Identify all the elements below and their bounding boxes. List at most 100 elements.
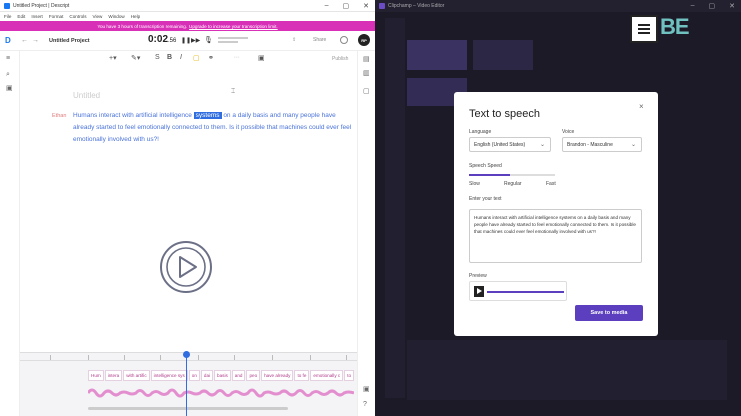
menu-help[interactable]: Help: [131, 14, 140, 19]
word-clip[interactable]: peo: [246, 370, 261, 381]
pen-icon[interactable]: ✎▾: [131, 54, 140, 62]
properties-icon[interactable]: ▤: [363, 55, 370, 63]
menu-icon[interactable]: ≡: [6, 55, 10, 62]
dialog-title: Text to speech: [469, 108, 540, 120]
playhead-handle[interactable]: [183, 351, 190, 358]
dots-icon[interactable]: ∙∙∙: [234, 54, 240, 61]
word-clip[interactable]: intelligence sys: [150, 370, 188, 381]
speed-slider-fill[interactable]: [469, 174, 510, 176]
close-icon[interactable]: ✕: [729, 2, 735, 10]
right-sidebar: ▤ ▥ ▢ ▣ ?: [357, 51, 375, 416]
time-main: 0:02: [148, 34, 169, 45]
captions-icon[interactable]: ▣: [363, 385, 370, 393]
menubar: File Edit Insert Format Controls View Wi…: [0, 12, 375, 21]
status-ring-icon[interactable]: [340, 36, 348, 44]
library-icon[interactable]: ▣: [6, 84, 13, 92]
play-icon[interactable]: [474, 286, 484, 297]
preview-player: [469, 281, 567, 301]
share-button[interactable]: Share: [313, 37, 326, 43]
word-clip[interactable]: to fe: [294, 370, 310, 381]
close-icon[interactable]: ×: [639, 102, 644, 111]
save-to-media-button[interactable]: Save to media: [575, 305, 643, 321]
clipchamp-app-icon: [379, 3, 385, 9]
comment-icon[interactable]: ▣: [258, 54, 265, 62]
window-title: Untitled Project | Descript: [13, 2, 70, 9]
pause-icon[interactable]: ❚❚: [181, 37, 191, 44]
language-select[interactable]: English (United States) ⌄: [469, 137, 551, 152]
word-clip[interactable]: intera: [104, 370, 123, 381]
menu-window[interactable]: Window: [108, 14, 124, 19]
voice-select[interactable]: Brandon - Masculine ⌄: [562, 137, 642, 152]
speed-slow[interactable]: Slow: [469, 181, 480, 187]
word-clip[interactable]: dai: [200, 370, 214, 381]
speed-regular[interactable]: Regular: [504, 181, 522, 187]
menu-file[interactable]: File: [4, 14, 11, 19]
left-sidebar: ≡ ⌕ ▣: [0, 51, 20, 416]
playhead[interactable]: [186, 352, 187, 416]
forward-arrow-icon[interactable]: →: [32, 37, 39, 44]
timeline-scrollbar[interactable]: [88, 407, 288, 410]
word-clip[interactable]: to: [344, 370, 355, 381]
minimize-icon[interactable]: –: [325, 2, 329, 10]
voice-value: Brandon - Masculine: [567, 141, 613, 148]
time-frac: .56: [168, 38, 177, 44]
preview-progress[interactable]: [487, 291, 564, 293]
audio-waveform[interactable]: [88, 386, 354, 400]
menu-controls[interactable]: Controls: [69, 14, 86, 19]
transcript-selection[interactable]: systems: [193, 112, 222, 119]
italic-icon[interactable]: I: [180, 54, 182, 61]
bold-icon[interactable]: B: [167, 54, 172, 61]
doc-title[interactable]: Untitled: [73, 91, 100, 100]
highlight-icon[interactable]: ▢: [193, 54, 200, 62]
mouse-cursor-icon: ⌶: [231, 88, 236, 95]
search-icon[interactable]: ⌕: [6, 71, 10, 79]
project-name[interactable]: Untitled Project: [49, 38, 90, 44]
play-circle-icon[interactable]: [159, 240, 213, 294]
media-tile[interactable]: [407, 40, 467, 70]
menu-edit[interactable]: Edit: [17, 14, 25, 19]
publish-button[interactable]: Publish: [332, 56, 348, 62]
minimize-icon[interactable]: –: [691, 2, 695, 10]
strikethrough-icon[interactable]: S: [155, 54, 160, 61]
add-icon[interactable]: +▾: [109, 54, 117, 62]
timeline-words: Hum intera with artific intelligence sys…: [88, 370, 355, 382]
preview-label: Preview: [469, 273, 487, 279]
close-icon[interactable]: ✕: [363, 2, 369, 10]
text-input[interactable]: Humans interact with artificial intellig…: [469, 209, 642, 263]
clipchamp-window-title: Clipchamp – Video Editor: [388, 3, 445, 9]
word-clip[interactable]: with artific: [123, 370, 150, 381]
comments-icon[interactable]: ▢: [363, 87, 370, 95]
speed-fast[interactable]: Fast: [546, 181, 556, 187]
chevron-down-icon: ⌄: [539, 142, 545, 148]
word-clip[interactable]: Hum: [88, 370, 104, 381]
menu-format[interactable]: Format: [49, 14, 64, 19]
avatar[interactable]: RP: [358, 34, 370, 46]
screen: Untitled Project | Descript – ▢ ✕ File E…: [0, 0, 741, 416]
help-icon[interactable]: ?: [363, 401, 367, 408]
word-clip[interactable]: on: [188, 370, 200, 381]
maximize-icon[interactable]: ▢: [343, 2, 350, 10]
word-clip[interactable]: basis: [214, 370, 231, 381]
speaker-label[interactable]: Ethan: [52, 113, 66, 119]
upgrade-link[interactable]: Upgrade to increase your transcription l…: [189, 24, 278, 29]
clipchamp-timeline[interactable]: [407, 340, 727, 400]
maximize-icon[interactable]: ▢: [709, 2, 716, 10]
text-to-speech-dialog: Text to speech × Language English (Unite…: [454, 92, 658, 336]
word-clip[interactable]: and: [231, 370, 246, 381]
microphone-icon[interactable]: 🎙: [204, 36, 213, 44]
back-arrow-icon[interactable]: ←: [21, 37, 28, 44]
link-icon[interactable]: ⚭: [208, 54, 214, 62]
descript-logo-icon[interactable]: D: [5, 36, 13, 45]
share-icon[interactable]: ⇪: [292, 37, 296, 43]
menu-insert[interactable]: Insert: [31, 14, 43, 19]
skip-forward-icon[interactable]: ▶▶: [191, 37, 200, 44]
word-clip[interactable]: have already: [261, 370, 294, 381]
volume-meter: [218, 36, 248, 44]
transcript-text[interactable]: Humans interact with artificial intellig…: [73, 110, 353, 146]
scenes-icon[interactable]: ▥: [363, 69, 370, 77]
chevron-down-icon: ⌄: [630, 142, 636, 148]
word-clip[interactable]: emotionally c: [310, 370, 344, 381]
menu-view[interactable]: View: [93, 14, 103, 19]
media-tile[interactable]: [473, 40, 533, 70]
watermark-text: BE: [660, 14, 690, 39]
